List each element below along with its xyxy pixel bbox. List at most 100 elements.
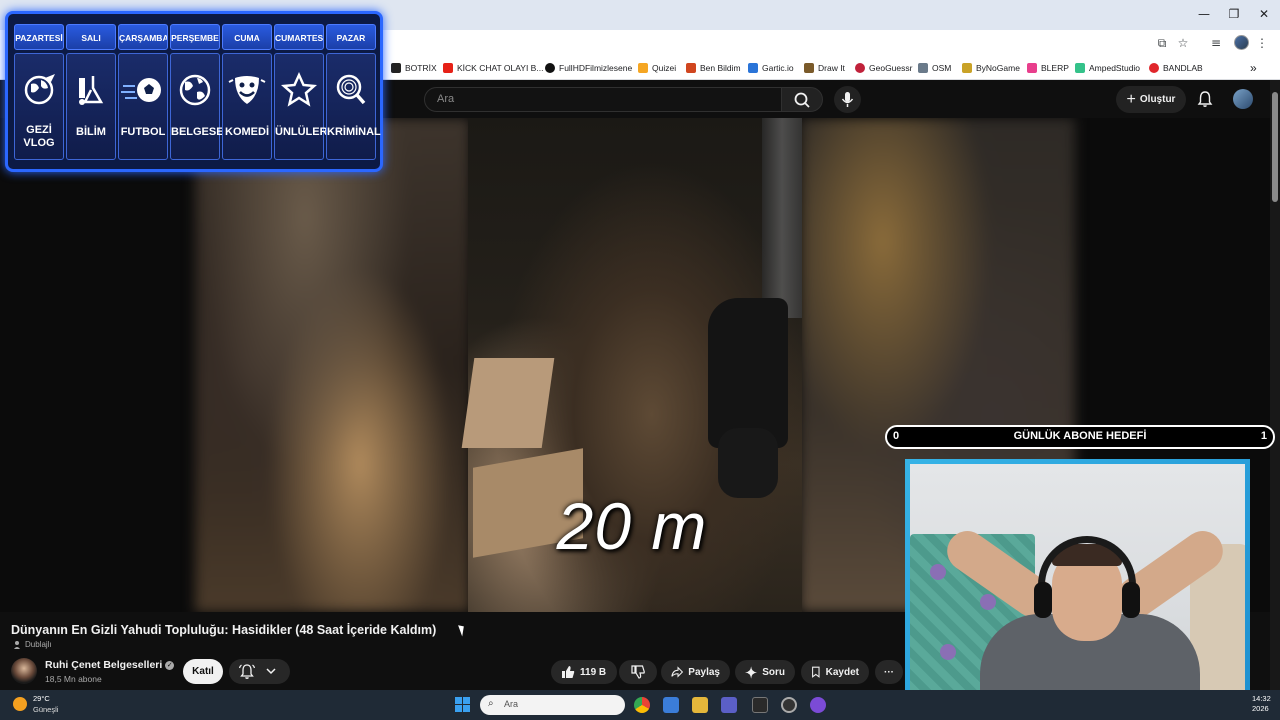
system-clock[interactable]: 14:32 2026	[1252, 694, 1271, 714]
install-app-icon[interactable]: ⧉	[1153, 34, 1171, 52]
video-title: Dünyanın En Gizli Yahudi Topluluğu: Hasi…	[11, 623, 437, 637]
channel-avatar[interactable]	[11, 658, 37, 684]
bookmark-favicon	[686, 63, 696, 73]
overlay-distance: 20 m	[556, 489, 708, 563]
taskbar-search-input[interactable]: ⌕ Ara	[480, 695, 625, 715]
bookmark-kick-chat[interactable]: KİCK CHAT OLAYI B...	[443, 61, 543, 75]
search-icon	[794, 92, 810, 108]
fabric-flower	[930, 564, 946, 580]
bookmark-gartic[interactable]: Gartic.io	[748, 61, 794, 75]
share-button[interactable]: Paylaş	[661, 660, 730, 684]
channel-name-link[interactable]: Ruhi Çenet Belgeselleri ✓	[45, 659, 175, 671]
bookmark-geoguessr[interactable]: GeoGuessr	[855, 61, 912, 75]
photos-app-icon[interactable]	[663, 697, 679, 713]
more-bookmarks-icon[interactable]: »	[1250, 61, 1257, 75]
bookmark-star-icon[interactable]: ☆	[1174, 34, 1192, 52]
scrollbar-thumb[interactable]	[1272, 92, 1278, 202]
chrome-icon[interactable]	[634, 697, 650, 713]
sparkle-icon	[745, 665, 758, 679]
like-button[interactable]: 119 B	[551, 660, 617, 684]
bookmark-bandlab[interactable]: BANDLAB	[1149, 61, 1203, 75]
fabric-flower	[940, 644, 956, 660]
schedule-day-label: PERŞEMBE	[170, 24, 220, 50]
notifications-bell-icon[interactable]	[1196, 90, 1214, 108]
schedule-category: KOMEDİ	[225, 126, 269, 138]
bookmark-quizei[interactable]: Quizei	[638, 61, 676, 75]
football-icon	[119, 70, 167, 117]
browser-menu-icon[interactable]: ⋮	[1253, 34, 1271, 52]
join-button[interactable]: Katıl	[183, 659, 223, 684]
plus-icon: +	[1126, 90, 1136, 108]
star-icon	[275, 70, 323, 117]
teams-icon[interactable]	[721, 697, 737, 713]
science-icon	[67, 70, 115, 117]
dubbed-label: Dublajlı	[25, 640, 52, 649]
earth-icon	[171, 70, 219, 117]
bookmark-favicon	[804, 63, 814, 73]
theater-masks-icon	[223, 70, 271, 117]
webcam-feed	[910, 464, 1245, 712]
minimize-button[interactable]: —	[1188, 4, 1220, 24]
person-audio-icon	[14, 641, 20, 649]
sun-weather-icon[interactable]	[13, 697, 27, 711]
bookmark-favicon	[443, 63, 453, 73]
weather-condition[interactable]: Güneşli	[33, 705, 58, 714]
browser-profile-avatar[interactable]	[1234, 35, 1249, 50]
user-avatar[interactable]	[1233, 89, 1253, 109]
search-placeholder: Ara	[437, 93, 455, 105]
bookmark-favicon	[391, 63, 401, 73]
restore-button[interactable]: ❐	[1218, 4, 1250, 24]
subscriber-count: 18,5 Mn abone	[45, 674, 102, 684]
microphone-icon	[841, 92, 854, 107]
media-control-icon[interactable]: ≡	[1207, 34, 1225, 52]
bookmark-blerp[interactable]: BLERP	[1027, 61, 1069, 75]
share-arrow-icon	[671, 666, 684, 678]
bookmark-bynogame[interactable]: ByNoGame	[962, 61, 1020, 75]
schedule-category: GEZİ VLOG	[23, 124, 55, 149]
bookmark-label: BANDLAB	[1163, 63, 1203, 73]
file-explorer-icon[interactable]	[692, 697, 708, 713]
search-button[interactable]	[781, 87, 823, 112]
subscription-notification-button[interactable]	[229, 659, 290, 684]
weather-temperature[interactable]: 29°C	[33, 694, 50, 703]
more-actions-icon: ···	[884, 666, 894, 678]
save-button[interactable]: Kaydet	[801, 660, 869, 684]
video-scene-cardboard	[461, 358, 555, 448]
schedule-card: FUTBOL	[118, 53, 168, 160]
epic-games-icon[interactable]	[752, 697, 768, 713]
bookmark-osm[interactable]: OSM	[918, 61, 951, 75]
channel-name: Ruhi Çenet Belgeselleri	[45, 659, 163, 671]
voice-search-button[interactable]	[834, 86, 861, 113]
thumbs-down-icon	[631, 665, 645, 679]
page-scrollbar[interactable]	[1270, 80, 1280, 690]
verified-check-icon: ✓	[165, 660, 175, 670]
dislike-button[interactable]	[619, 660, 657, 684]
bookmark-fullhd[interactable]: FullHDFilmizlesene	[545, 61, 632, 75]
webcam-overlay	[905, 459, 1250, 717]
search-input[interactable]: Ara	[424, 87, 782, 112]
obs-icon[interactable]	[781, 697, 797, 713]
bookmark-favicon	[748, 63, 758, 73]
bookmark-ben-bildim[interactable]: Ben Bildim	[686, 61, 741, 75]
schedule-day-friday: CUMA KOMEDİ	[222, 24, 272, 160]
bell-ring-icon	[238, 664, 276, 679]
schedule-day-label: CUMARTESİ	[274, 24, 324, 50]
bookmark-favicon	[962, 63, 972, 73]
schedule-card: BİLİM	[66, 53, 116, 160]
ask-button[interactable]: Soru	[735, 660, 795, 684]
schedule-day-label: PAZARTESİ	[14, 24, 64, 50]
clock-date: 2026	[1252, 704, 1269, 713]
bookmark-draw-it[interactable]: Draw It	[804, 61, 845, 75]
bookmark-botrix[interactable]: BOTRİX	[391, 61, 437, 75]
messenger-icon[interactable]	[810, 697, 826, 713]
close-window-button[interactable]: ✕	[1248, 4, 1280, 24]
create-button[interactable]: + Oluştur	[1116, 86, 1186, 113]
windows-start-icon[interactable]	[455, 697, 470, 712]
headset-earcup	[1034, 582, 1052, 618]
video-scene-wall	[762, 118, 802, 318]
schedule-category: KRİMİNAL	[327, 126, 381, 138]
schedule-day-wednesday: ÇARŞAMBA FUTBOL	[118, 24, 168, 160]
bookmark-ampedstudio[interactable]: AmpedStudio	[1075, 61, 1140, 75]
taskbar-search-placeholder: Ara	[504, 699, 519, 709]
more-actions-button[interactable]: ···	[875, 660, 903, 684]
